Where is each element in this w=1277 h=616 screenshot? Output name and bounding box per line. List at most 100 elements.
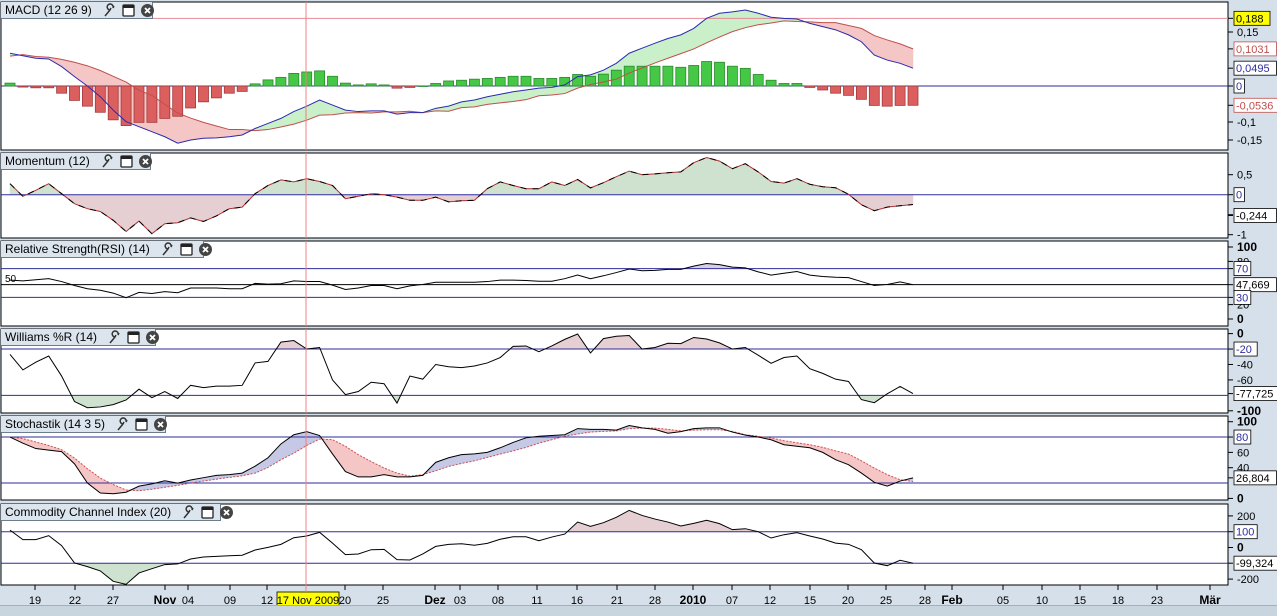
momentum-fill [462,195,475,201]
momentum-fill [165,195,178,224]
histogram-bar [199,86,209,102]
histogram-bar [547,78,557,86]
histogram-bar [457,80,467,86]
axis-tick-label: 0 [1237,327,1244,341]
overbought-fill [668,343,681,349]
close-icon[interactable] [140,3,155,18]
indicator-charts[interactable]: 0,15-0,1-0,150,1880,10310,04950-0,05360,… [0,0,1277,615]
momentum-fill [642,174,655,195]
momentum-fill [281,180,294,195]
panel-header-williams: Williams %R (14) [1,329,156,346]
histogram-bar [108,86,118,120]
macd-signal-fill [539,87,552,95]
histogram-bar [715,62,725,86]
histogram-bar [882,86,892,106]
overbought-fill [616,336,629,350]
histogram-bar [792,83,802,86]
axis-tick-label: 0,5 [1237,170,1252,182]
panel-title: Stochastik (14 3 5) [5,417,105,431]
histogram-bar [508,76,518,86]
value-marker-label: 0,188 [1236,13,1264,25]
histogram-bar [869,86,879,105]
axis-tick-label: 200 [1237,511,1255,523]
wrench-icon[interactable] [100,154,115,169]
histogram-bar [779,83,789,86]
value-marker-label: -0,0536 [1236,100,1273,112]
histogram-bar [289,73,299,86]
histogram-bar [469,79,479,86]
histogram-bar [521,76,531,86]
histogram-bar [431,83,441,86]
close-icon[interactable] [138,154,153,169]
histogram-bar [663,66,673,86]
momentum-fill [229,195,242,209]
histogram-bar [70,86,80,100]
histogram-bar [57,86,67,93]
histogram-bar [147,86,157,122]
histogram-bar [727,66,737,86]
histogram-bar [598,74,608,86]
value-marker-label: 80 [1236,432,1248,444]
panel-stoch: 100604008026,804 [1,415,1276,506]
momentum-fill [655,173,668,195]
value-marker-label: 0,1031 [1236,44,1270,56]
wrench-icon[interactable] [107,330,122,345]
wrench-icon[interactable] [181,505,196,520]
panel-header-rsi: Relative Strength(RSI) (14) [1,241,204,258]
close-icon[interactable] [219,505,234,520]
wrench-icon[interactable] [115,417,130,432]
value-marker-label: 0 [1236,81,1242,93]
histogram-bar [766,80,776,86]
histogram-bar [676,67,686,86]
histogram-bar [328,76,338,86]
maximize-window-icon[interactable] [121,3,136,18]
panel-williams: 0-40-60-100-20-77,725 [1,327,1277,418]
inline-level-label: 50 [5,274,17,285]
momentum-fill [410,195,423,201]
status-bar [0,605,1277,616]
histogram-bar [689,65,699,86]
panel-title: Relative Strength(RSI) (14) [5,242,150,256]
maximize-window-icon[interactable] [126,330,141,345]
histogram-bar [211,86,221,98]
value-marker-label: -99,324 [1236,558,1273,570]
histogram-bar [818,86,828,90]
histogram-bar [173,86,183,116]
axis-tick-label: 100 [1237,240,1257,254]
momentum-fill [900,195,913,206]
panel-header-cci: Commodity Channel Index (20) [1,504,221,521]
histogram-bar [18,86,28,87]
histogram-bar [895,86,905,105]
histogram-bar [366,84,376,86]
axis-tick-label: 0 [1237,312,1244,326]
histogram-bar [302,72,312,86]
close-icon[interactable] [145,330,160,345]
maximize-window-icon[interactable] [200,505,215,520]
date-axis: 192227Nov0409122025Dez030811162128201007… [29,585,1221,607]
histogram-bar [392,86,402,88]
momentum-fill [526,189,539,195]
panel-momentum: 0,5-0,5-10-0,244 [1,153,1276,242]
histogram-bar [444,81,454,86]
histogram-bar [856,86,866,99]
maximize-window-icon[interactable] [179,242,194,257]
close-icon[interactable] [153,417,168,432]
maximize-window-icon[interactable] [134,417,149,432]
panel-title: Commodity Channel Index (20) [5,505,171,519]
wrench-icon[interactable] [160,242,175,257]
axis-tick-label: -60 [1237,375,1253,387]
axis-tick-label: -200 [1237,574,1259,586]
wrench-icon[interactable] [102,3,117,18]
histogram-bar [340,83,350,86]
close-icon[interactable] [198,242,213,257]
maximize-window-icon[interactable] [119,154,134,169]
histogram-bar [263,80,273,86]
panel-title: Momentum (12) [5,154,90,168]
momentum-fill [887,195,900,207]
axis-tick-label: 100 [1237,415,1257,429]
value-marker-label: -0,244 [1236,210,1267,222]
histogram-bar [315,71,325,86]
histogram-bar [276,77,286,86]
histogram-bar [495,77,505,86]
panel-title: Williams %R (14) [5,330,97,344]
